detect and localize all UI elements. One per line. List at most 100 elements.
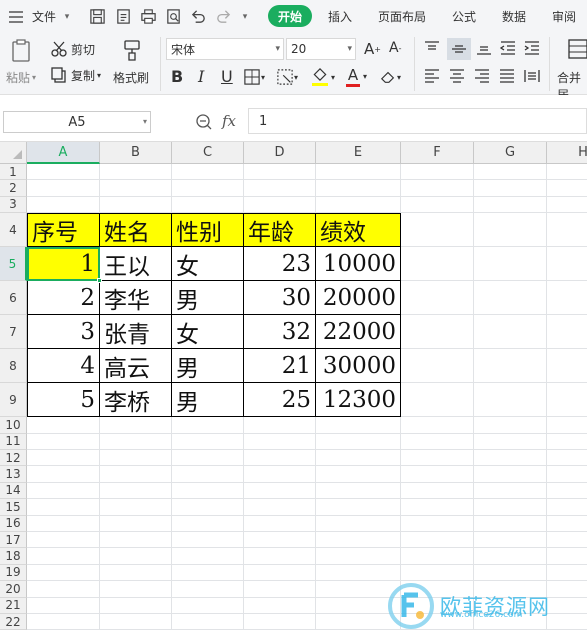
row-header-15[interactable]: 15 xyxy=(0,499,27,516)
row-header-21[interactable]: 21 xyxy=(0,597,27,614)
table-cell[interactable]: 21 xyxy=(244,349,316,384)
table-header-cell[interactable]: 姓名 xyxy=(100,213,172,248)
grid-cell[interactable] xyxy=(244,450,316,467)
table-cell[interactable]: 王以 xyxy=(100,247,172,282)
grid-cell[interactable] xyxy=(474,196,547,214)
grid-cell[interactable] xyxy=(401,532,474,549)
grid-cell[interactable] xyxy=(401,180,474,197)
grid-cell[interactable] xyxy=(547,450,587,467)
grid-cell[interactable] xyxy=(474,247,547,282)
tab-page-layout[interactable]: 页面布局 xyxy=(372,0,432,33)
table-cell[interactable]: 张青 xyxy=(100,315,172,350)
grid-cell[interactable] xyxy=(474,466,547,483)
bold-button[interactable]: B xyxy=(171,67,183,86)
grid-cell[interactable] xyxy=(474,315,547,350)
grid-cell[interactable] xyxy=(172,196,244,214)
grid-cell[interactable] xyxy=(172,482,244,500)
grid-cell[interactable] xyxy=(27,466,100,483)
grid-cell[interactable] xyxy=(100,564,172,582)
grid-cell[interactable] xyxy=(547,197,587,214)
grid-cell[interactable] xyxy=(27,433,100,450)
tab-home[interactable]: 开始 xyxy=(268,5,312,27)
grid-cell[interactable] xyxy=(547,614,587,631)
grid-cell[interactable] xyxy=(547,383,587,418)
distributed-align-icon[interactable] xyxy=(524,69,540,83)
row-header-7[interactable]: 7 xyxy=(0,315,27,350)
grid-cell[interactable] xyxy=(172,515,244,532)
column-header-h[interactable]: H xyxy=(547,142,587,164)
grid-cell[interactable] xyxy=(474,532,547,549)
grid-cell[interactable] xyxy=(172,548,244,565)
grid-cell[interactable] xyxy=(244,466,316,483)
table-cell[interactable]: 女 xyxy=(172,315,244,350)
format-painter-icon[interactable] xyxy=(122,39,142,61)
table-cell[interactable]: 高云 xyxy=(100,349,172,384)
grid-cell[interactable] xyxy=(547,548,587,565)
column-header-f[interactable]: F xyxy=(401,142,474,164)
row-header-14[interactable]: 14 xyxy=(0,482,27,500)
grid-cell[interactable] xyxy=(547,483,587,500)
cell-style-icon[interactable]: ▾ xyxy=(277,69,298,85)
undo-icon[interactable] xyxy=(189,8,207,25)
table-cell[interactable]: 4 xyxy=(27,349,100,384)
copy-button[interactable]: 复制 ▾ xyxy=(50,66,101,84)
justify-icon[interactable] xyxy=(499,69,515,83)
grid-cell[interactable] xyxy=(401,349,474,384)
grid-cell[interactable] xyxy=(100,482,172,500)
table-cell[interactable]: 20000 xyxy=(316,281,401,316)
grid-cell[interactable] xyxy=(547,581,587,598)
grid-cell[interactable] xyxy=(244,614,316,631)
grid-cell[interactable] xyxy=(100,433,172,450)
grid-cell[interactable] xyxy=(474,383,547,418)
row-header-12[interactable]: 12 xyxy=(0,450,27,467)
row-header-17[interactable]: 17 xyxy=(0,532,27,549)
paste-icon[interactable] xyxy=(10,39,32,63)
grid-cell[interactable] xyxy=(172,532,244,549)
italic-button[interactable]: I xyxy=(198,67,204,86)
grid-cell[interactable] xyxy=(547,164,587,181)
row-header-2[interactable]: 2 xyxy=(0,180,27,197)
table-header-cell[interactable]: 绩效 xyxy=(316,213,401,248)
merge-cells-icon[interactable] xyxy=(568,39,587,59)
grid-cell[interactable] xyxy=(547,417,587,434)
grid-cell[interactable] xyxy=(244,180,316,197)
grid-cell[interactable] xyxy=(547,213,587,248)
column-header-b[interactable]: B xyxy=(100,142,172,164)
grid-cell[interactable] xyxy=(244,499,316,516)
grid-cell[interactable] xyxy=(244,515,316,532)
row-header-4[interactable]: 4 xyxy=(0,213,27,248)
grid-cell[interactable] xyxy=(244,164,316,181)
grid-cell[interactable] xyxy=(172,466,244,483)
increase-font-size-icon[interactable]: A + xyxy=(364,40,381,58)
print-icon[interactable] xyxy=(139,8,157,25)
grid-cell[interactable] xyxy=(547,315,587,350)
column-header-d[interactable]: D xyxy=(244,142,316,164)
table-header-cell[interactable]: 序号 xyxy=(27,213,100,248)
grid-cell[interactable] xyxy=(316,164,401,181)
grid-cell[interactable] xyxy=(316,482,401,500)
table-cell[interactable]: 30000 xyxy=(316,349,401,384)
grid-cell[interactable] xyxy=(401,450,474,467)
grid-cell[interactable] xyxy=(401,281,474,316)
grid-cell[interactable] xyxy=(316,499,401,516)
table-cell[interactable]: 22000 xyxy=(316,315,401,350)
cut-button[interactable]: 剪切 xyxy=(50,40,95,58)
grid-cell[interactable] xyxy=(27,597,100,614)
grid-cell[interactable] xyxy=(401,315,474,350)
grid-cell[interactable] xyxy=(244,433,316,450)
grid-cell[interactable] xyxy=(27,450,100,467)
grid-cell[interactable] xyxy=(172,164,244,181)
tab-formulas[interactable]: 公式 xyxy=(446,0,482,33)
grid-cell[interactable] xyxy=(27,548,100,565)
grid-cell[interactable] xyxy=(27,196,100,214)
grid-cell[interactable] xyxy=(547,516,587,532)
insert-function-icon[interactable]: fx xyxy=(222,112,236,130)
fill-handle[interactable] xyxy=(97,278,102,284)
grid-cell[interactable] xyxy=(27,532,100,549)
table-cell[interactable]: 23 xyxy=(244,247,316,282)
row-header-19[interactable]: 19 xyxy=(0,564,27,582)
grid-cell[interactable] xyxy=(172,597,244,614)
table-cell[interactable]: 3 xyxy=(27,315,100,350)
grid-cell[interactable] xyxy=(474,515,547,532)
grid-cell[interactable] xyxy=(547,466,587,483)
